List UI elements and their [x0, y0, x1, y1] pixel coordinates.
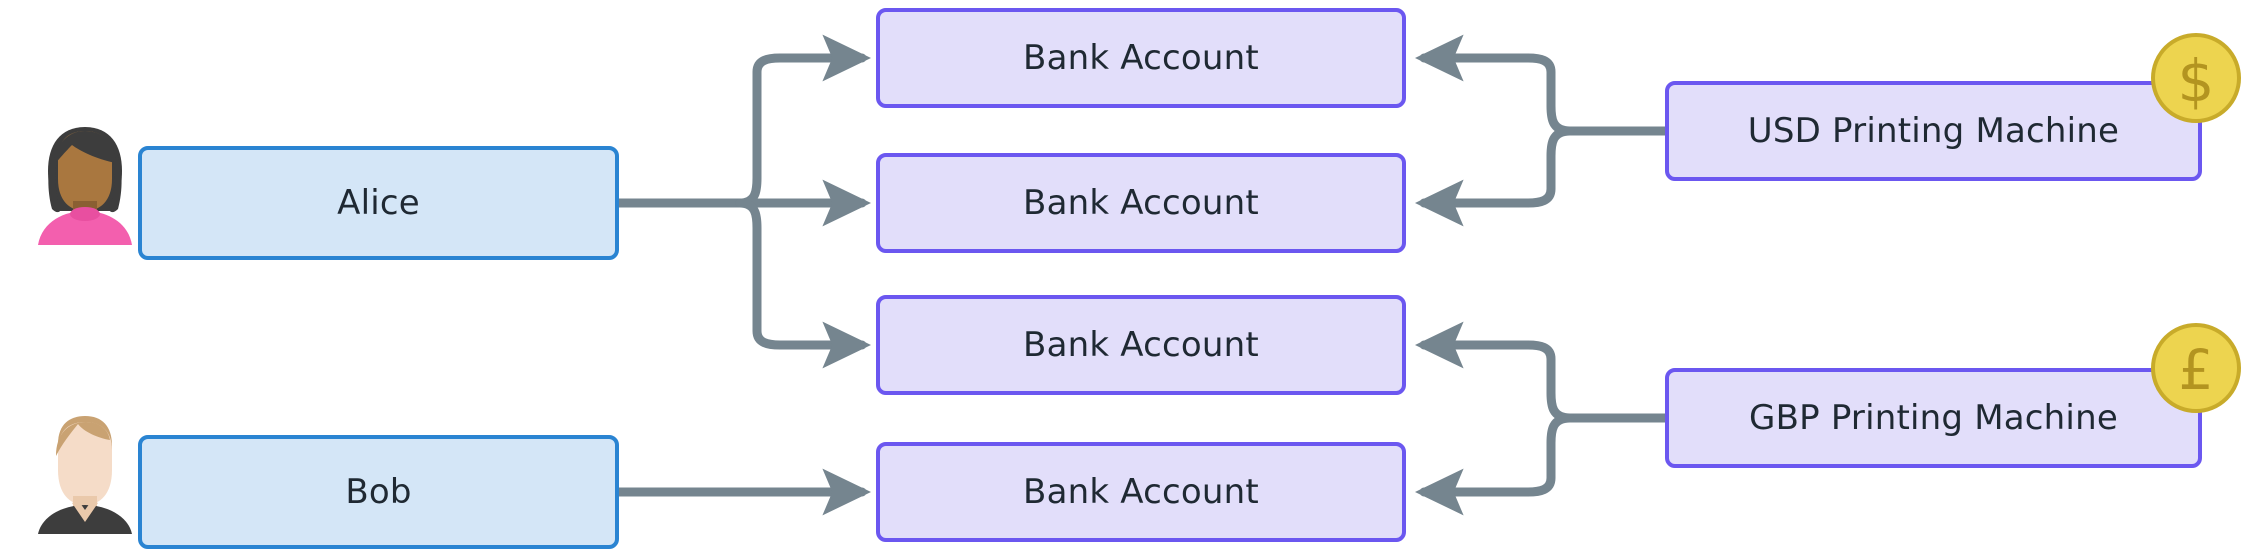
edge-usd-to-account-2 [1415, 126, 1575, 227]
node-label-account-1: Bank Account [1023, 38, 1259, 78]
node-machine-gbp[interactable]: GBP Printing Machine [1665, 368, 2202, 468]
node-label-account-2: Bank Account [1023, 183, 1259, 223]
edge-usd-to-account-1 [1415, 34, 1575, 136]
man-avatar-icon [38, 416, 132, 534]
pound-coin-symbol: £ [2179, 338, 2214, 402]
edge-alice-to-account-3 [735, 198, 871, 369]
node-label-account-4: Bank Account [1023, 472, 1259, 512]
node-account-4[interactable]: Bank Account [876, 442, 1406, 542]
woman-avatar-icon [38, 127, 132, 245]
node-label-bob: Bob [345, 472, 412, 512]
pound-coin-icon: £ [2151, 323, 2241, 413]
node-account-1[interactable]: Bank Account [876, 8, 1406, 108]
node-account-2[interactable]: Bank Account [876, 153, 1406, 253]
node-label-alice: Alice [337, 183, 420, 223]
edge-gbp-to-account-4 [1415, 413, 1575, 516]
edge-alice-to-account-1 [735, 34, 871, 208]
edge-gbp-to-account-3 [1415, 321, 1575, 423]
diagram-canvas: Alice Bob Bank Account Bank Account Bank… [0, 0, 2256, 552]
node-label-machine-usd: USD Printing Machine [1747, 111, 2120, 151]
node-machine-usd[interactable]: USD Printing Machine [1665, 81, 2202, 181]
node-label-machine-gbp: GBP Printing Machine [1749, 398, 2118, 438]
node-account-3[interactable]: Bank Account [876, 295, 1406, 395]
dollar-coin-icon: $ [2151, 33, 2241, 123]
node-label-account-3: Bank Account [1023, 325, 1259, 365]
node-person-bob[interactable]: Bob [138, 435, 619, 549]
node-person-alice[interactable]: Alice [138, 146, 619, 260]
dollar-coin-symbol: $ [2178, 47, 2215, 115]
